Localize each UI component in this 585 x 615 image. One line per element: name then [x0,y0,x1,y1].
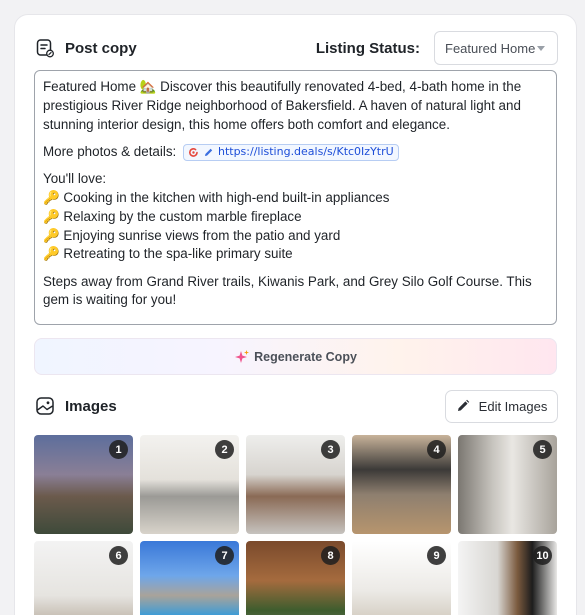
edit-images-label: Edit Images [478,398,548,414]
pencil-icon[interactable] [203,147,214,158]
listing-status: Listing Status: Featured Home [316,31,558,65]
listing-status-label: Listing Status: [315,39,420,57]
post-copy-icon [35,38,55,58]
post-copy-header: Post copy Listing Status: Featured Home [35,31,558,65]
images-header: Images Edit Images [35,389,558,423]
image-thumbnail[interactable]: 5 [458,435,557,534]
edit-images-button[interactable]: Edit Images [445,389,558,423]
feature-item: 🔑 Retreating to the spa-like primary sui… [43,246,293,262]
pencil-icon [456,399,470,413]
image-thumbnail[interactable]: 1 [34,435,133,534]
regenerate-copy-label: Regenerate Copy [254,349,357,364]
image-number-badge: 3 [321,440,340,459]
image-number-badge: 5 [533,440,552,459]
regenerate-copy-button[interactable]: Regenerate Copy [34,338,557,375]
listing-status-select[interactable]: Featured Home [434,31,558,65]
image-number-badge: 9 [427,546,446,565]
image-number-badge: 2 [215,440,234,459]
feature-item: 🔑 Cooking in the kitchen with high-end b… [43,189,390,205]
image-number-badge: 6 [109,546,128,565]
listing-status-value: Featured Home [445,40,536,56]
listing-link-chip[interactable]: https://listing.deals/s/Ktc0IzYtrU [182,143,399,161]
image-thumbnail[interactable]: 7 [140,541,239,615]
refresh-icon [188,147,199,158]
feature-item: 🔑 Enjoying sunrise views from the patio … [43,227,341,243]
post-copy-textarea[interactable]: Featured Home 🏡 Discover this beautifull… [34,70,557,325]
image-thumbnail[interactable]: 6 [34,541,133,615]
image-thumbnail[interactable]: 3 [246,435,345,534]
copy-closing: Steps away from Grand River trails, Kiwa… [43,273,532,308]
copy-love-list: You'll love: 🔑 Cooking in the kitchen wi… [43,170,548,264]
image-thumbnail[interactable]: 4 [352,435,451,534]
images-icon [35,396,55,416]
image-number-badge: 1 [109,440,128,459]
sparkle-icon [234,349,250,365]
image-number-badge: 7 [215,546,234,565]
image-number-badge: 8 [321,546,340,565]
image-grid: 1 2 3 4 5 6 7 8 9 10 [34,435,557,615]
listing-link-url: https://listing.deals/s/Ktc0IzYtrU [217,144,394,158]
image-thumbnail[interactable]: 2 [140,435,239,534]
copy-more-label: More photos & details: [43,143,177,159]
chevron-down-icon [537,45,545,51]
image-number-badge: 10 [533,546,552,565]
image-thumbnail[interactable]: 8 [246,541,345,615]
copy-intro: Featured Home 🏡 Discover this beautifull… [43,79,522,132]
image-thumbnail[interactable]: 10 [458,541,557,615]
listing-editor-card: Post copy Listing Status: Featured Home … [14,14,577,615]
copy-love-heading: You'll love: [43,171,107,187]
images-title: Images [65,397,117,415]
image-thumbnail[interactable]: 9 [352,541,451,615]
post-copy-title: Post copy [65,39,137,57]
feature-item: 🔑 Relaxing by the custom marble fireplac… [43,208,302,224]
image-number-badge: 4 [427,440,446,459]
copy-more-line: More photos & details: https://listing.d… [43,143,548,162]
